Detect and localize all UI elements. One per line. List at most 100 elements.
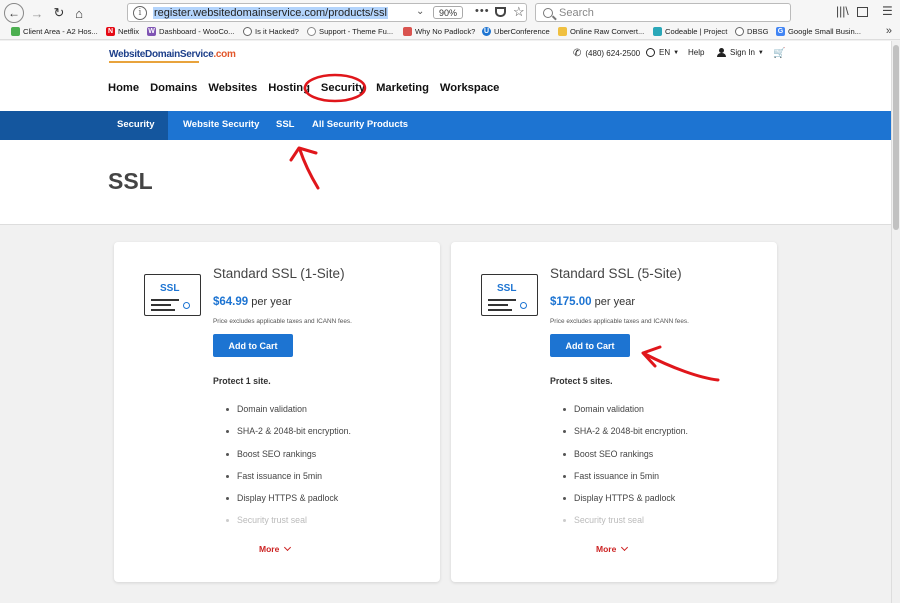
codeable-icon [653,27,662,36]
nav-hosting[interactable]: Hosting [268,82,310,94]
nav-websites[interactable]: Websites [208,82,257,94]
subnav-website-security[interactable]: Website Security [183,119,259,130]
bookmark-item[interactable]: U UberConference [482,27,550,36]
cart-button[interactable]: 🛒 [773,48,785,59]
feature-item: Display HTTPS & padlock [563,493,688,515]
chevron-down-icon[interactable]: ⌄ [416,6,424,17]
library-icon[interactable]: |||\ [836,4,849,18]
pocket-icon[interactable] [495,7,506,17]
search-icon [543,7,553,18]
gear-icon [307,27,316,36]
browser-toolbar: ← → ↻ ⌂ i register.websitedomainservice.… [0,0,900,25]
info-icon[interactable]: i [133,5,147,20]
price-period: per year [251,296,292,308]
back-icon[interactable]: ← [4,3,24,23]
address-bar[interactable]: i register.websitedomainservice.com/prod… [127,3,527,22]
chevron-down-icon [284,543,292,552]
award-icon [520,302,527,309]
bookmark-item[interactable]: G Google Small Busin... [776,27,861,36]
security-subnav: Security Website Security SSL All Securi… [0,111,891,140]
nav-security[interactable]: Security [321,82,365,94]
user-icon [717,48,726,57]
site-logo[interactable]: WebsiteDomainService.com [109,49,236,60]
more-link[interactable]: More [596,543,629,554]
zoom-badge[interactable]: 90% [433,6,464,19]
google-icon: G [776,27,785,36]
phone-link[interactable]: ✆ (480) 624-2500 [573,48,640,59]
add-to-cart-button[interactable]: Add to Cart [550,334,630,357]
protect-summary: Protect 1 site. [213,376,271,386]
ssl-certificate-icon: SSL [144,274,201,316]
bookmark-item[interactable]: Is it Hacked? [243,27,299,36]
bookmark-item[interactable]: Codeable | Project [653,27,727,36]
bookmark-item[interactable]: DBSG [735,27,769,36]
nav-workspace[interactable]: Workspace [440,82,500,94]
feature-item: Fast issuance in 5min [563,471,688,493]
bookmarks-bar: Client Area - A2 Hos... N Netflix W Dashbo… [0,25,900,40]
web-page: WebsiteDomainService.com ✆ (480) 624-250… [0,41,891,603]
bookmark-favicon-icon [11,27,20,36]
feature-item: SHA-2 & 2048-bit encryption. [563,426,688,448]
page-actions-icon[interactable]: ••• [475,5,490,17]
price-disclaimer: Price excludes applicable taxes and ICAN… [550,318,689,325]
site-header: WebsiteDomainService.com ✆ (480) 624-250… [0,41,891,111]
feature-item: Fast issuance in 5min [226,471,351,493]
page-hero: SSL [0,140,891,225]
feature-item: Display HTTPS & padlock [226,493,351,515]
bookmark-item[interactable]: Support - Theme Fu... [307,27,393,36]
protect-summary: Protect 5 sites. [550,376,613,386]
subnav-security[interactable]: Security [117,119,155,130]
feature-list: Domain validation SHA-2 & 2048-bit encry… [563,404,688,538]
bookmark-item[interactable]: N Netflix [106,27,139,36]
uberconference-icon: U [482,27,491,36]
home-icon[interactable]: ⌂ [69,3,89,23]
forward-icon[interactable]: → [27,3,47,23]
sign-in-button[interactable]: Sign In ▼ [717,48,764,57]
feature-item: Security trust seal [226,515,351,537]
more-link[interactable]: More [259,543,292,554]
scrollbar[interactable] [891,41,900,603]
globe-icon [646,48,655,57]
help-link[interactable]: Help [688,48,704,57]
url-text[interactable]: register.websitedomainservice.com/produc… [153,6,388,19]
bookmark-item[interactable]: Online Raw Convert... [558,27,644,36]
product-card: SSL Standard SSL (1-Site) $64.99 per yea… [114,242,440,582]
price-row: $175.00 per year [550,296,635,308]
logo-underline [109,61,199,63]
reload-icon[interactable]: ↻ [49,3,69,23]
bookmark-star-icon[interactable]: ☆ [513,4,525,20]
globe-icon [243,27,252,36]
bookmark-item[interactable]: Client Area - A2 Hos... [11,27,98,36]
price-period: per year [594,296,635,308]
price: $64.99 [213,296,249,308]
sidebar-icon[interactable] [857,7,868,17]
feature-item: Domain validation [226,404,351,426]
more-bookmarks-icon[interactable]: » [886,25,892,37]
globe-icon [735,27,744,36]
add-to-cart-button[interactable]: Add to Cart [213,334,293,357]
bookmark-item[interactable]: Why No Padlock? [403,27,475,36]
subnav-ssl[interactable]: SSL [276,119,294,130]
ssl-certificate-icon: SSL [481,274,538,316]
nav-marketing[interactable]: Marketing [376,82,429,94]
price-row: $64.99 per year [213,296,292,308]
search-input[interactable]: Search [535,3,791,22]
main-nav: Home Domains Websites Hosting Security M… [108,82,510,94]
bookmark-item[interactable]: W Dashboard - WooCo... [147,27,234,36]
feature-item: Domain validation [563,404,688,426]
nav-domains[interactable]: Domains [150,82,197,94]
nav-home[interactable]: Home [108,82,139,94]
award-icon [183,302,190,309]
feature-item: Boost SEO rankings [226,449,351,471]
scrollbar-thumb[interactable] [893,45,899,230]
caret-down-icon: ▼ [757,49,764,56]
subnav-all-security-products[interactable]: All Security Products [312,119,408,130]
cart-icon: 🛒 [773,48,786,59]
menu-icon[interactable]: ☰ [882,4,893,18]
folder-icon [558,27,567,36]
language-selector[interactable]: EN ▼ [646,48,679,57]
price: $175.00 [550,296,592,308]
woocommerce-icon: W [147,27,156,36]
padlock-icon [403,27,412,36]
page-title: SSL [108,168,153,194]
